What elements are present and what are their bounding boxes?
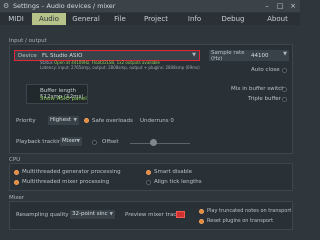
smart-disable-toggle[interactable] [146, 170, 151, 175]
auto-close-label: Auto close [251, 67, 280, 73]
chevron-down-icon: ▼ [192, 52, 196, 58]
tab-info[interactable]: Info [178, 13, 211, 25]
chevron-down-icon: ▼ [283, 51, 287, 57]
resampling-quality-select[interactable]: 32-point sinc ▼ [70, 210, 115, 219]
show-asio-panel-link[interactable]: Show ASIO panel [40, 96, 87, 102]
triple-buffer-label: Triple buffer [248, 96, 281, 102]
window-controls: – □ × [263, 2, 297, 10]
offset-slider-knob[interactable] [150, 139, 157, 146]
gear-icon: ⚙ [3, 1, 10, 10]
title-bar: ⚙ Settings – Audio devices / mixer – □ × [0, 0, 300, 12]
minimize-button[interactable]: – [263, 2, 271, 10]
device-status: Status Open at 44100Hz, Float32LSB, 1x2 … [40, 60, 220, 70]
safe-overloads-toggle[interactable] [84, 118, 89, 123]
multithreaded-mixer-toggle[interactable] [14, 180, 19, 185]
multithreaded-generator-label: Multithreaded generator processing [22, 169, 121, 175]
priority-label: Priority [16, 118, 36, 124]
triple-buffer-toggle[interactable] [282, 97, 287, 102]
buffer-panel[interactable]: Buffer length 512smp (12ms) Show ASIO pa… [26, 84, 88, 104]
tab-file[interactable]: File [106, 13, 134, 25]
play-truncated-notes-label: Play truncated notes on transport [207, 208, 292, 214]
mix-in-buffer-switch-label: Mix in buffer switch [231, 86, 285, 92]
mix-in-buffer-switch-toggle[interactable] [282, 87, 287, 92]
sample-rate-label: Sample rate (Hz) [211, 49, 245, 62]
tab-debug[interactable]: Debug [211, 13, 255, 25]
preview-mixer-track-label: Preview mixer track [125, 212, 180, 218]
sample-rate-value: 44100 [251, 52, 269, 59]
resampling-quality-value: 32-point sinc [72, 211, 108, 217]
align-tick-lengths-toggle[interactable] [146, 180, 151, 185]
tab-project[interactable]: Project [134, 13, 178, 25]
playback-tracking-select[interactable]: Mixer ▼ [60, 137, 82, 146]
preview-mixer-track-button[interactable] [176, 211, 185, 218]
tab-midi[interactable]: MIDI [0, 13, 32, 25]
resampling-quality-label: Resampling quality [16, 212, 69, 218]
multithreaded-generator-toggle[interactable] [14, 170, 19, 175]
priority-value: Highest [50, 117, 72, 123]
chevron-down-icon: ▼ [76, 139, 80, 144]
window-title: Settings – Audio devices / mixer [13, 2, 116, 10]
play-truncated-notes-toggle[interactable] [199, 209, 204, 214]
priority-select[interactable]: Highest ▼ [48, 116, 79, 125]
tab-general[interactable]: General [66, 13, 106, 25]
underruns-label: Underruns 0 [140, 118, 174, 124]
device-value: FL Studio ASIO [42, 52, 83, 59]
align-tick-lengths-label: Align tick lengths [154, 179, 202, 185]
tab-audio[interactable]: Audio [32, 13, 66, 25]
chevron-down-icon: ▼ [73, 118, 77, 123]
reset-plugins-label: Reset plugins on transport [207, 218, 274, 224]
auto-close-toggle[interactable] [282, 68, 287, 73]
chevron-down-icon: ▼ [109, 212, 113, 217]
playback-tracking-label: Playback tracking [16, 139, 65, 145]
settings-tabs: MIDI Audio General File Project Info Deb… [0, 13, 300, 25]
playback-tracking-value: Mixer [62, 138, 78, 144]
reset-plugins-toggle[interactable] [199, 219, 204, 224]
offset-label: Offset [102, 139, 119, 145]
sample-rate-select[interactable]: Sample rate (Hz) 44100 ▼ [209, 49, 289, 62]
maximize-button[interactable]: □ [276, 2, 284, 10]
offset-slider-track[interactable] [130, 143, 190, 144]
device-label: Device [18, 52, 37, 59]
close-button[interactable]: × [289, 2, 297, 10]
safe-overloads-label: Safe overloads [92, 118, 133, 124]
multithreaded-mixer-label: Multithreaded mixer processing [22, 179, 110, 185]
status-details: Latency: input: 2765smp, output: 2808smp… [40, 64, 200, 70]
offset-toggle[interactable] [92, 140, 97, 145]
smart-disable-label: Smart disable [154, 169, 193, 175]
tab-about[interactable]: About [255, 13, 300, 25]
cpu-section [9, 163, 293, 191]
